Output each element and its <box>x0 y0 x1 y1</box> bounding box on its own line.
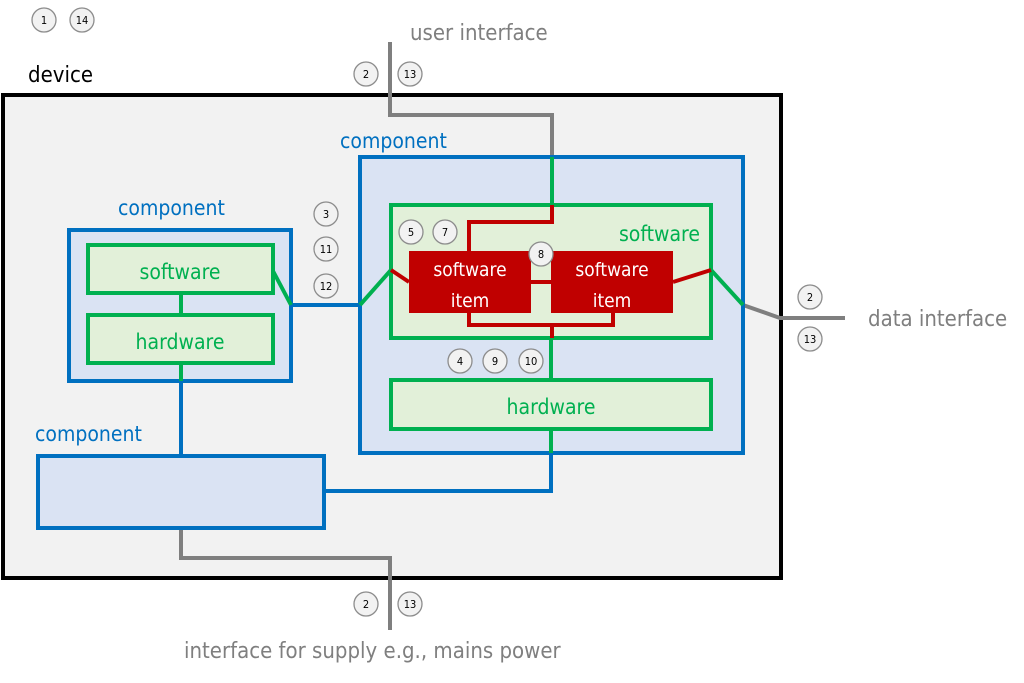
left-software-label: software <box>139 260 220 284</box>
badge-top-left-1: 14 <box>69 7 95 33</box>
software-item-2-line1: software <box>575 259 648 281</box>
svg-text:3: 3 <box>323 208 329 221</box>
badge-user-interface-1: 13 <box>397 61 423 87</box>
svg-text:9: 9 <box>492 355 498 368</box>
bottom-component-box <box>36 454 326 530</box>
svg-text:7: 7 <box>442 226 448 239</box>
svg-text:12: 12 <box>320 280 333 293</box>
svg-text:1: 1 <box>41 14 47 27</box>
badge-supply-interface-0: 2 <box>353 591 379 617</box>
software-item-1-line2: item <box>451 290 490 312</box>
svg-text:13: 13 <box>404 68 417 81</box>
svg-text:2: 2 <box>363 68 369 81</box>
right-hardware-label: hardware <box>507 395 596 419</box>
svg-text:2: 2 <box>363 598 369 611</box>
left-component-label: component <box>118 196 225 220</box>
badge-data-interface-0: 2 <box>797 284 823 310</box>
badge-data-interface-1: 13 <box>797 326 823 352</box>
svg-text:8: 8 <box>538 248 544 261</box>
svg-text:5: 5 <box>408 226 414 239</box>
svg-text:13: 13 <box>804 333 817 346</box>
left-hardware-label: hardware <box>136 330 225 354</box>
diagram-canvas: device user interface data interface int… <box>1 7 1007 664</box>
badge-sw-hw-1: 9 <box>482 348 508 374</box>
right-component-label: component <box>340 129 447 153</box>
device-label: device <box>28 63 93 88</box>
data-interface-label: data interface <box>868 307 1007 332</box>
svg-text:2: 2 <box>807 291 813 304</box>
badge-sw-hw-0: 4 <box>447 348 473 374</box>
supply-interface-label: interface for supply e.g., mains power <box>184 639 562 664</box>
bottom-component-label: component <box>35 422 142 446</box>
badge-inter-component-0: 3 <box>313 201 339 227</box>
badge-between-items-0: 8 <box>528 241 554 267</box>
badge-software-items-0: 5 <box>398 219 424 245</box>
svg-text:14: 14 <box>76 14 89 27</box>
badge-software-items-1: 7 <box>432 219 458 245</box>
badge-user-interface-0: 2 <box>353 61 379 87</box>
software-item-1-line1: software <box>433 259 506 281</box>
badge-inter-component-2: 12 <box>313 273 339 299</box>
svg-text:4: 4 <box>457 355 463 368</box>
right-software-label: software <box>619 222 700 246</box>
badge-top-left-0: 1 <box>31 7 57 33</box>
svg-text:13: 13 <box>404 598 417 611</box>
software-item-2-line2: item <box>593 290 632 312</box>
svg-text:11: 11 <box>320 243 333 256</box>
badge-sw-hw-2: 10 <box>518 348 544 374</box>
user-interface-label: user interface <box>410 21 548 46</box>
badge-inter-component-1: 11 <box>313 236 339 262</box>
badge-supply-interface-1: 13 <box>397 591 423 617</box>
svg-text:10: 10 <box>525 355 538 368</box>
